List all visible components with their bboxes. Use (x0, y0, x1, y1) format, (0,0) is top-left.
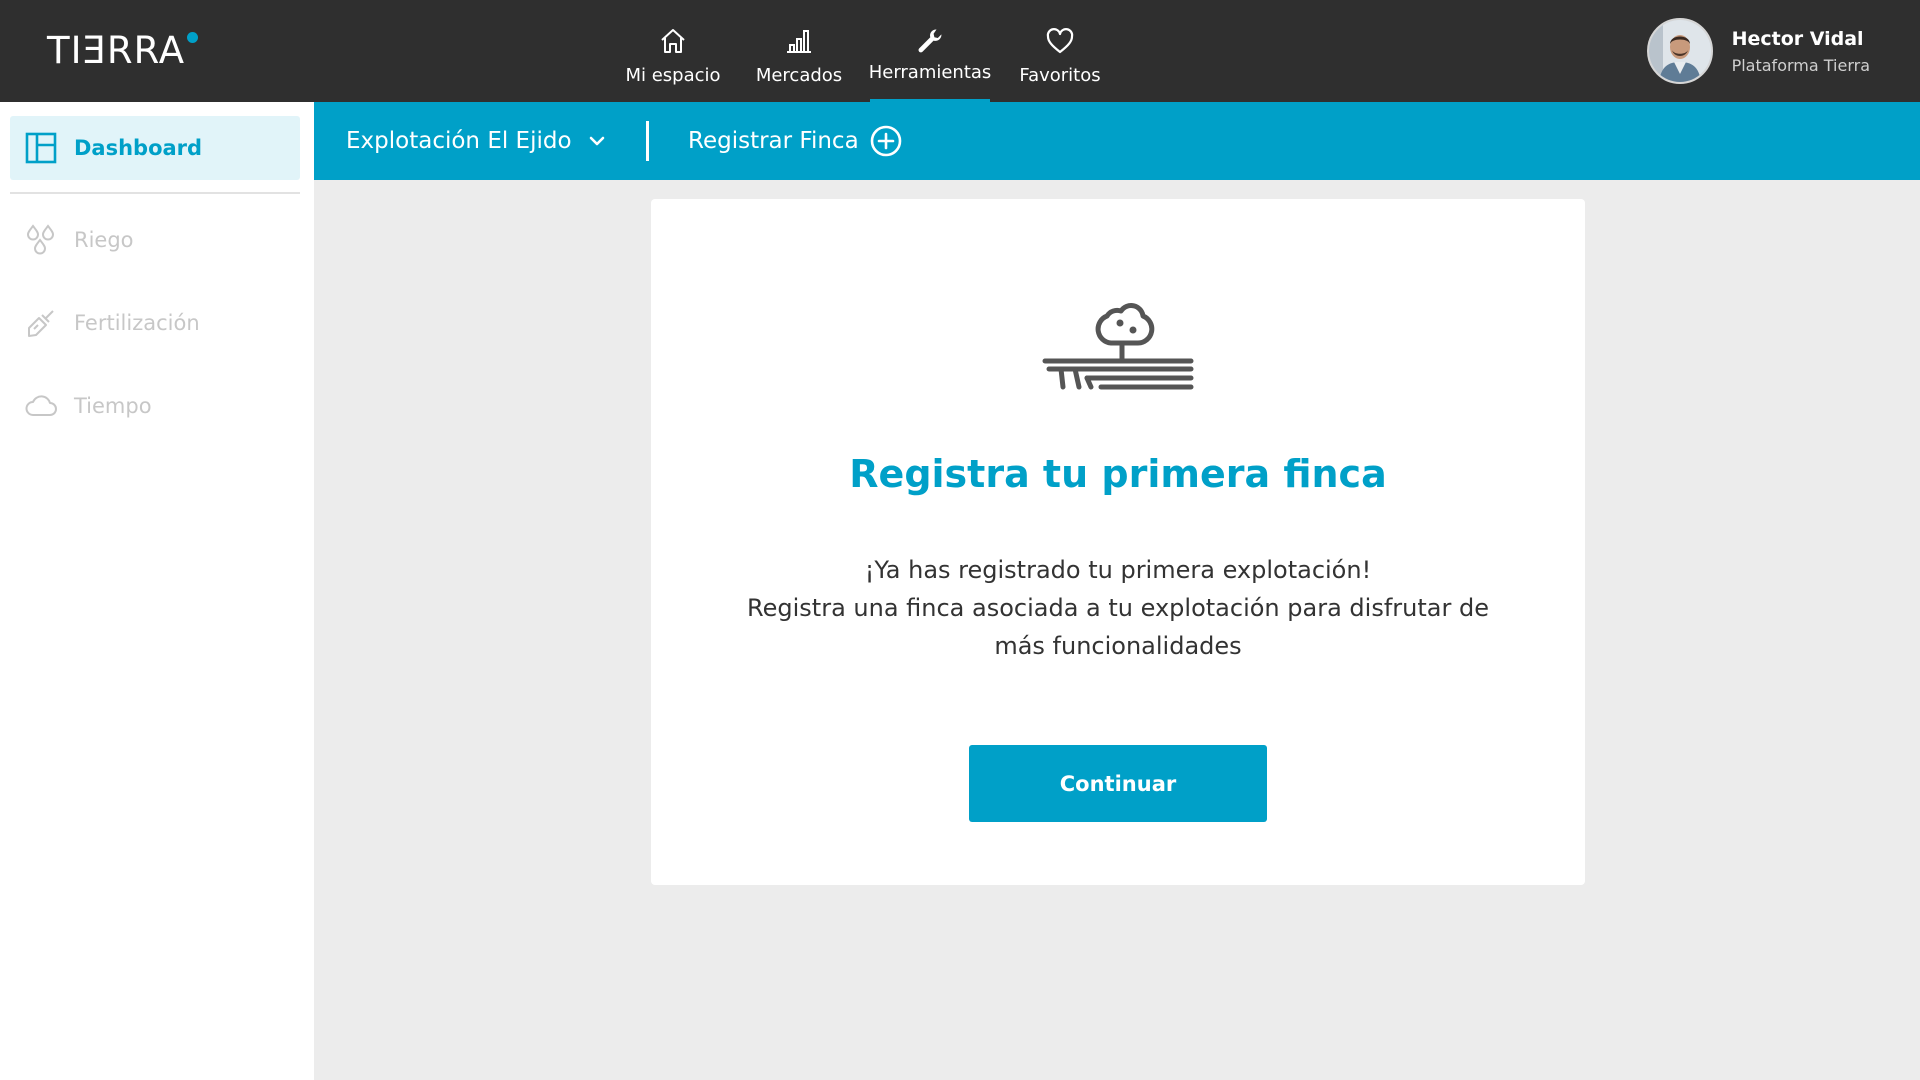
card-text-line: Registra una finca asociada a tu explota… (747, 594, 1489, 622)
farm-toolbar: Explotación El Ejido Registrar Finca (314, 102, 1920, 180)
sidebar-item-label: Dashboard (74, 136, 203, 160)
chevron-down-icon (588, 135, 606, 147)
fertilizer-icon (24, 306, 58, 340)
home-icon (656, 24, 690, 58)
nav-item-mi-espacio[interactable]: Mi espacio (612, 0, 734, 102)
avatar[interactable] (1646, 18, 1713, 84)
sidebar-item-label: Riego (74, 228, 134, 252)
nav-label: Mi espacio (625, 65, 721, 86)
tierra-logo[interactable]: TIƎRRA (47, 29, 199, 72)
card-text-line: más funcionalidades (994, 632, 1242, 660)
card-description: ¡Ya has registrado tu primera explotació… (731, 551, 1505, 665)
sidebar-item-label: Fertilización (74, 311, 200, 335)
logo-dot (187, 32, 199, 43)
bar-chart-icon (782, 24, 816, 58)
sidebar-item-dashboard[interactable]: Dashboard (10, 116, 300, 180)
nav-label: Mercados (755, 65, 843, 86)
farm-select-label: Explotación El Ejido (346, 128, 572, 154)
user-profile[interactable]: Hector Vidal Plataforma Tierra (1646, 18, 1870, 84)
toolbar-divider (646, 121, 649, 161)
plus-circle-icon (869, 124, 903, 158)
card-text-line: ¡Ya has registrado tu primera explotació… (864, 556, 1372, 584)
continue-button[interactable]: Continuar (969, 745, 1267, 822)
cloud-icon (24, 389, 58, 423)
nav-item-mercados[interactable]: Mercados (734, 0, 864, 102)
top-bar: TIƎRRA Mi espacio Mercados Herramientas … (0, 0, 1920, 102)
farm-select-dropdown[interactable]: Explotación El Ejido (346, 102, 606, 180)
nav-item-herramientas[interactable]: Herramientas (868, 0, 992, 102)
sidebar-item-fertilizacion[interactable]: Fertilización (10, 291, 300, 355)
main-nav: Mi espacio Mercados Herramientas Favorit… (612, 0, 1122, 102)
sidebar-item-tiempo[interactable]: Tiempo (10, 374, 300, 438)
wrench-icon (913, 24, 947, 58)
user-subtitle: Plataforma Tierra (1731, 55, 1870, 75)
user-name: Hector Vidal (1731, 27, 1864, 50)
sidebar-item-label: Tiempo (74, 394, 152, 418)
nav-item-favoritos[interactable]: Favoritos (998, 0, 1122, 102)
nav-label: Herramientas (868, 62, 992, 83)
heart-icon (1043, 24, 1077, 58)
sidebar-item-riego[interactable]: Riego (10, 208, 300, 272)
farm-tree-icon (1041, 283, 1196, 401)
logo-text: TIƎRRA (47, 29, 186, 72)
card-title: Registra tu primera finca (849, 452, 1387, 496)
user-info: Hector Vidal Plataforma Tierra (1732, 28, 1870, 75)
register-farm-button[interactable]: Registrar Finca (688, 102, 903, 180)
sidebar: Dashboard Riego Fertilización Tiempo (0, 102, 314, 1080)
register-farm-label: Registrar Finca (688, 128, 859, 154)
sidebar-divider (10, 192, 300, 194)
onboarding-card: Registra tu primera finca ¡Ya has regist… (651, 199, 1585, 885)
water-drops-icon (24, 223, 58, 257)
nav-label: Favoritos (1019, 65, 1101, 86)
dashboard-icon (24, 131, 58, 165)
